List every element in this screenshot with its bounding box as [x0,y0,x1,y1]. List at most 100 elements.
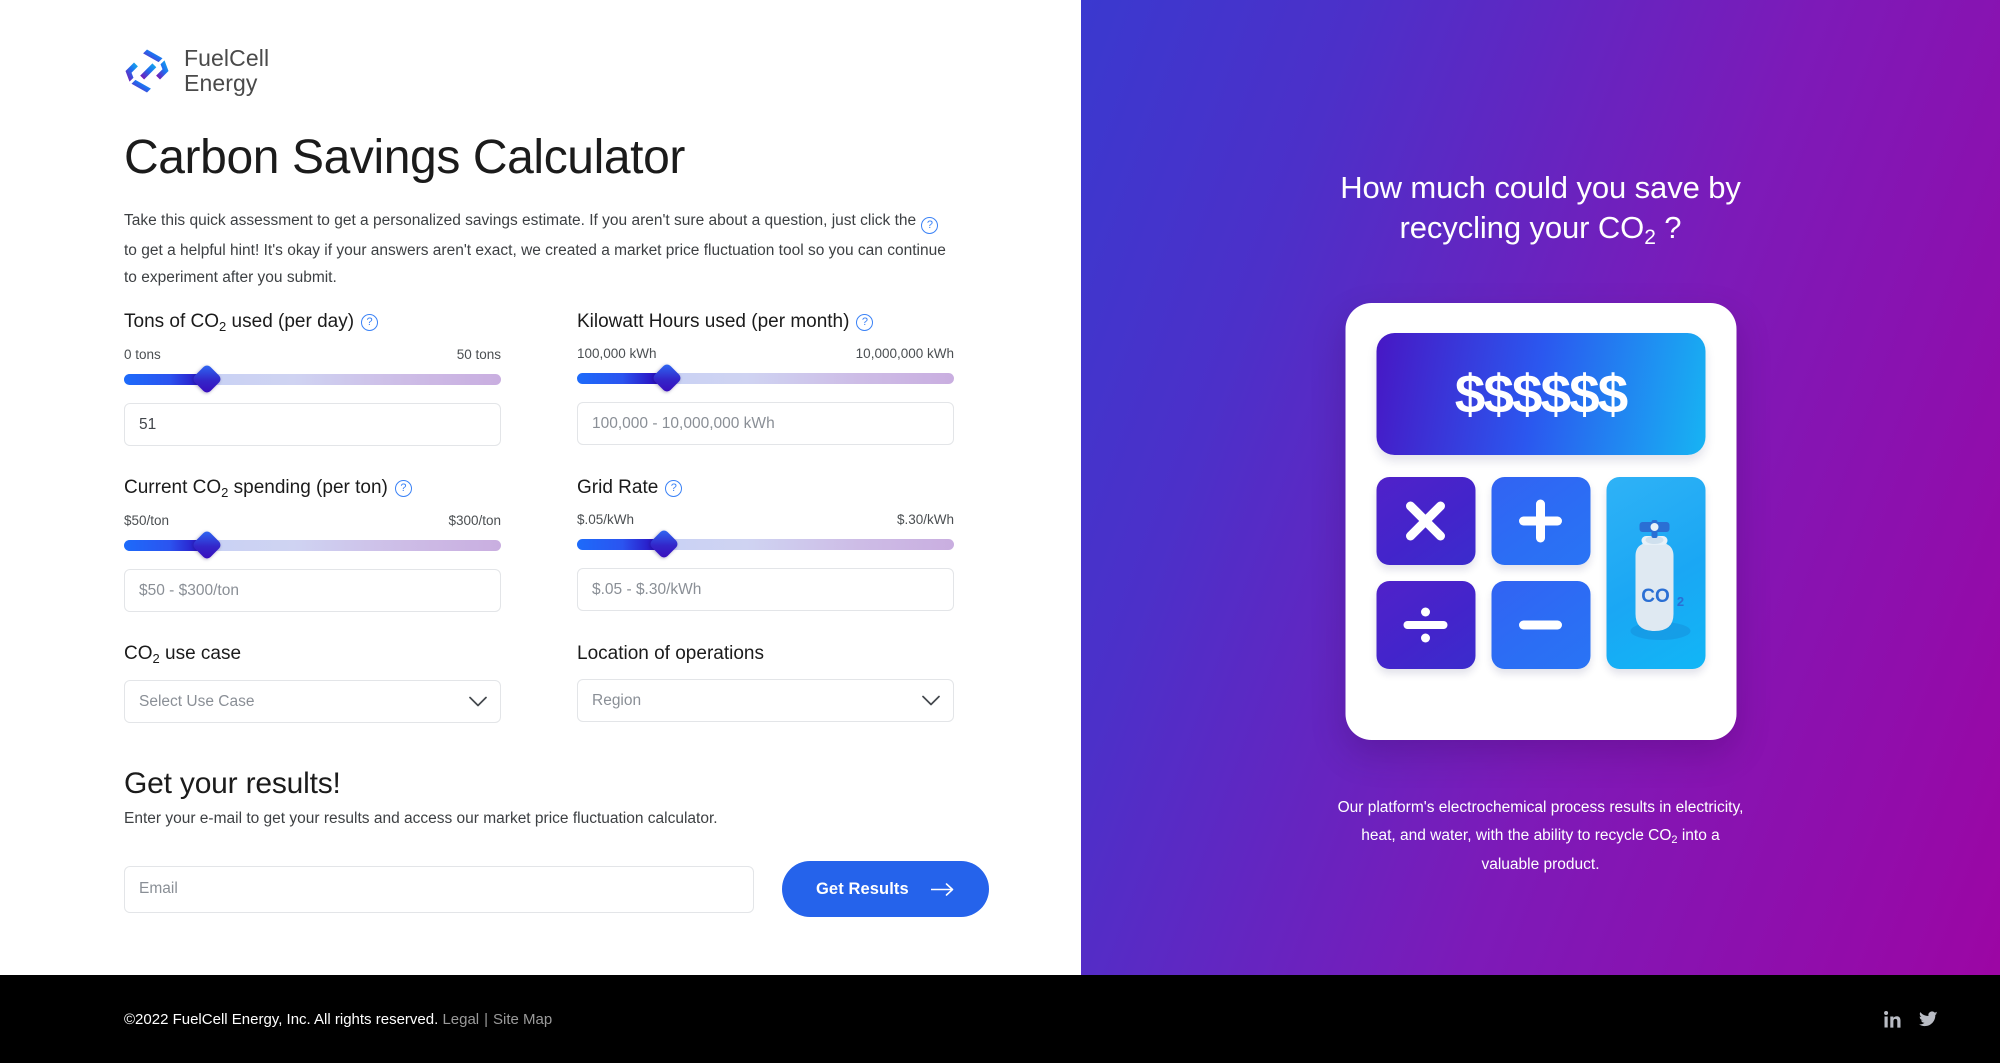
results-title: Get your results! [124,767,341,800]
help-icon-co2-spending[interactable]: ? [394,480,412,497]
page-title: Carbon Savings Calculator [124,131,685,184]
select-use-case[interactable]: Select Use Case [124,680,501,723]
minus-icon [1519,620,1562,630]
slider-track [577,373,954,384]
get-results-button[interactable]: Get Results [782,861,989,917]
field-row-2: Current CO2 spending (per ton) ? $50/ton… [124,476,954,612]
footer-social-links [1884,1010,1938,1028]
select-location-value: Region [592,691,642,709]
help-icon-kilowatt-hours[interactable]: ? [856,313,874,331]
slider-thumb[interactable] [648,528,680,560]
range-min-label: $.05/kWh [577,512,635,527]
select-wrap-location: Region [577,679,954,722]
brand-logo[interactable]: FuelCell Energy [124,46,269,96]
input-co2-spending[interactable] [124,569,501,612]
divide-key[interactable] [1376,581,1475,669]
linkedin-icon[interactable] [1884,1010,1901,1028]
co2-gas-cylinder-icon: CO 2 [1630,520,1691,640]
promo-title: How much could you save by recycling you… [1171,168,1911,252]
range-max-label: $300/ton [448,513,501,528]
input-tons-co2[interactable] [124,403,501,446]
range-max-label: 10,000,000 kWh [855,346,954,361]
field-label-co2-spending: Current CO2 spending (per ton) ? [124,476,501,501]
email-field[interactable] [124,865,754,913]
label-subscript: 2 [221,485,229,500]
divide-icon [1403,607,1448,643]
footer-separator: | [484,1010,489,1028]
footer-legal-link[interactable]: Legal [442,1011,479,1028]
slider-kilowatt-hours[interactable] [577,362,954,394]
intro-text-before: Take this quick assessment to get a pers… [124,212,921,229]
input-kilowatt-hours[interactable] [577,402,954,445]
help-icon-grid-rate[interactable]: ? [665,479,683,497]
slider-track [124,540,501,551]
field-kilowatt-hours: Kilowatt Hours used (per month) ? 100,00… [577,310,954,446]
calculator-page: FuelCell Energy Carbon Savings Calculato… [0,0,2000,1063]
slider-thumb[interactable] [191,363,223,395]
range-min-label: $50/ton [124,513,170,528]
twitter-icon[interactable] [1919,1011,1938,1027]
field-label-kilowatt-hours: Kilowatt Hours used (per month) ? [577,310,954,334]
label-rest: used (per day) [226,311,355,332]
range-min-label: 0 tons [124,347,161,362]
fields-grid: Tons of CO2 used (per day) ? 0 tons 50 t… [124,310,954,753]
intro-paragraph: Take this quick assessment to get a pers… [124,207,946,291]
label-text: CO [124,643,153,664]
promo-footnote: Our platform's electrochemical process r… [1331,794,1751,879]
footer-sitemap-link[interactable]: Site Map [493,1011,552,1028]
fuelcell-diamond-logo-icon [125,49,169,93]
svg-text:2: 2 [1677,594,1684,609]
calculator-keypad: CO 2 [1376,477,1705,669]
field-co2-spending: Current CO2 spending (per ton) ? $50/ton… [124,476,501,612]
range-labels-grid-rate: $.05/kWh $.30/kWh [577,512,954,527]
slider-co2-spending[interactable] [124,529,501,561]
label-text: Grid Rate [577,477,659,498]
field-row-3: CO2 use case Select Use Case Location of… [124,642,954,723]
calculator-display-text: $$$$$$ [1454,362,1629,425]
help-icon-tons-co2[interactable]: ? [361,314,379,331]
select-wrap-use-case: Select Use Case [124,680,501,723]
brand-name-line1: FuelCell [184,45,270,71]
label-subscript: 2 [219,319,227,334]
field-location: Location of operations Region [577,642,954,723]
label-text: Kilowatt Hours used (per month) [577,311,850,332]
help-icon[interactable]: ? [921,217,939,234]
minus-key[interactable] [1491,581,1590,669]
field-label-tons-co2: Tons of CO2 used (per day) ? [124,310,501,335]
form-panel: FuelCell Energy Carbon Savings Calculato… [0,0,1081,975]
field-label-grid-rate: Grid Rate ? [577,476,954,500]
results-section: Get your results! Enter your e-mail to g… [124,765,989,917]
range-max-label: 50 tons [456,347,501,362]
promo-footnote-subscript: 2 [1671,834,1678,846]
label-text: Tons of CO [124,311,220,332]
footer-inner: ©2022 FuelCell Energy, Inc. All rights r… [124,975,1938,1063]
intro-text-after: to get a helpful hint! It's okay if your… [124,242,946,286]
label-rest: spending (per ton) [228,477,388,498]
range-labels-co2-spending: $50/ton $300/ton [124,513,501,528]
plus-icon [1519,499,1562,543]
slider-grid-rate[interactable] [577,528,954,560]
slider-thumb[interactable] [191,529,223,561]
results-form: Get Results [124,861,989,917]
select-use-case-value: Select Use Case [139,692,255,710]
promo-title-line2-post: ? [1655,210,1682,245]
get-results-label: Get Results [816,879,909,898]
slider-track [577,539,954,550]
input-grid-rate[interactable] [577,568,954,611]
co2-tank-tile[interactable]: CO 2 [1606,477,1705,669]
slider-tons-co2[interactable] [124,363,501,395]
field-use-case: CO2 use case Select Use Case [124,642,501,723]
multiply-key[interactable] [1376,477,1475,565]
multiply-icon [1406,501,1445,541]
promo-title-subscript: 2 [1644,226,1656,249]
plus-key[interactable] [1491,477,1590,565]
range-labels-kilowatt-hours: 100,000 kWh 10,000,000 kWh [577,346,954,361]
promo-title-line2: recycling your CO2 ? [1171,208,1911,252]
slider-thumb[interactable] [651,362,684,394]
select-location[interactable]: Region [577,679,954,722]
brand-name: FuelCell Energy [184,46,269,96]
field-tons-co2: Tons of CO2 used (per day) ? 0 tons 50 t… [124,310,501,446]
arrow-right-icon [930,882,954,896]
page-footer: ©2022 FuelCell Energy, Inc. All rights r… [0,975,2000,1063]
range-max-label: $.30/kWh [896,512,954,527]
